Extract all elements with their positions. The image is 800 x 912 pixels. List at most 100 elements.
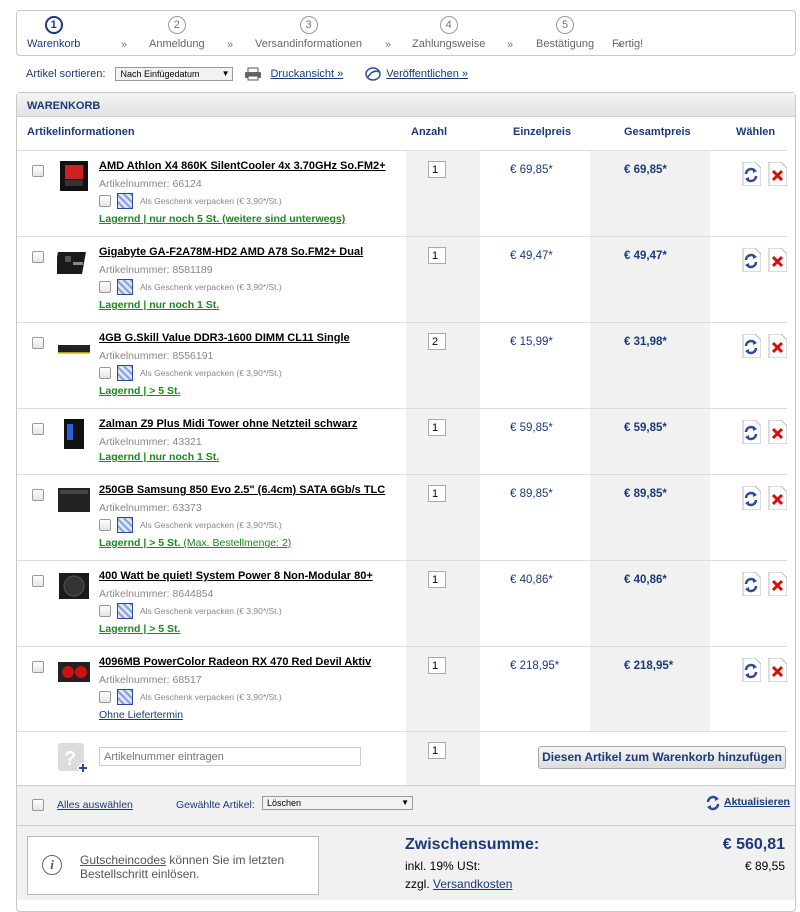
refresh-item-button[interactable] — [741, 486, 761, 510]
add-to-cart-button[interactable]: Diesen Artikel zum Warenkorb hinzufügen — [538, 746, 786, 769]
select-all-checkbox[interactable] — [32, 799, 44, 811]
total-price: € 89,85* — [624, 488, 667, 500]
product-name-link[interactable]: Zalman Z9 Plus Midi Tower ohne Netzteil … — [99, 418, 357, 430]
quantity-input[interactable]: 1 — [428, 571, 446, 588]
shipping-costs-link[interactable]: Versandkosten — [433, 877, 512, 891]
product-name-link[interactable]: AMD Athlon X4 860K SilentCooler 4x 3.70G… — [99, 160, 386, 172]
cart-item-row: 4096MB PowerColor Radeon RX 470 Red Devi… — [17, 646, 787, 731]
stock-status-link[interactable]: Lagernd | nur noch 1 St. — [99, 299, 219, 311]
stock-status-link[interactable]: Lagernd | > 5 St. (Max. Bestellmenge: 2) — [99, 537, 291, 549]
coupon-codes-link[interactable]: Gutscheincodes — [80, 853, 166, 867]
chevron-down-icon: ▼ — [221, 69, 230, 78]
update-cart-link[interactable]: Aktualisieren — [724, 796, 790, 808]
selected-action-select[interactable]: Löschen ▼ — [262, 796, 413, 810]
refresh-item-button[interactable] — [741, 572, 761, 596]
product-thumbnail[interactable] — [57, 332, 91, 364]
article-number-input[interactable] — [99, 747, 361, 766]
step-label: Bestätigung — [536, 38, 595, 50]
stock-status-link[interactable]: Lagernd | nur noch 1 St. — [99, 451, 219, 463]
quantity-input[interactable]: 1 — [428, 657, 446, 674]
gift-wrap-checkbox[interactable] — [99, 281, 111, 293]
cart-item-row: 400 Watt be quiet! System Power 8 Non-Mo… — [17, 560, 787, 646]
stock-status-link[interactable]: Lagernd | nur noch 5 St. (weitere sind u… — [99, 213, 345, 225]
delete-item-button[interactable] — [767, 486, 787, 510]
refresh-item-button[interactable] — [741, 658, 761, 682]
gift-wrap-checkbox[interactable] — [99, 195, 111, 207]
product-thumbnail[interactable] — [57, 484, 91, 516]
gift-wrap-checkbox[interactable] — [99, 519, 111, 531]
product-name-link[interactable]: 4GB G.Skill Value DDR3-1600 DIMM CL11 Si… — [99, 332, 350, 344]
coupon-info-box: i Gutscheincodes können Sie im letzten B… — [27, 836, 319, 895]
cart-item-row: Zalman Z9 Plus Midi Tower ohne Netzteil … — [17, 408, 787, 474]
step-number: 2 — [167, 16, 186, 34]
unit-price: € 49,47* — [510, 250, 553, 262]
vat-value: € 89,55 — [744, 859, 785, 873]
article-number: Artikelnummer: 8556191 — [99, 350, 214, 362]
item-select-checkbox[interactable] — [32, 337, 44, 349]
info-icon: i — [42, 855, 62, 875]
product-name-link[interactable]: Gigabyte GA-F2A78M-HD2 AMD A78 So.FM2+ D… — [99, 246, 363, 258]
header-quantity: Anzahl — [411, 126, 448, 138]
sort-select[interactable]: Nach Einfügedatum ▼ — [115, 67, 234, 81]
select-all-link[interactable]: Alles auswählen — [57, 799, 133, 811]
product-name-link[interactable]: 250GB Samsung 850 Evo 2.5" (6.4cm) SATA … — [99, 484, 385, 496]
shipping-line: zzgl. Versandkosten — [405, 877, 512, 891]
step-label: Warenkorb — [27, 38, 81, 50]
delete-item-button[interactable] — [767, 334, 787, 358]
printer-icon — [245, 67, 262, 81]
item-select-checkbox[interactable] — [32, 575, 44, 587]
gift-wrap-option: Als Geschenk verpacken (€ 3,90*/St.) — [99, 603, 282, 619]
stock-status-link[interactable]: Ohne Liefertermin — [99, 709, 183, 721]
product-name-link[interactable]: 400 Watt be quiet! System Power 8 Non-Mo… — [99, 570, 373, 582]
unit-price: € 69,85* — [510, 164, 553, 176]
quantity-input[interactable]: 2 — [428, 333, 446, 350]
product-thumbnail[interactable] — [57, 418, 91, 450]
item-select-checkbox[interactable] — [32, 661, 44, 673]
add-qty-input[interactable]: 1 — [428, 742, 446, 759]
publish-link[interactable]: Veröffentlichen » — [386, 68, 468, 80]
product-thumbnail[interactable] — [57, 570, 91, 602]
quantity-input[interactable]: 1 — [428, 247, 446, 264]
gift-wrap-checkbox[interactable] — [99, 367, 111, 379]
delete-item-button[interactable] — [767, 248, 787, 272]
stock-status-link[interactable]: Lagernd | > 5 St. — [99, 385, 180, 397]
gift-wrap-option: Als Geschenk verpacken (€ 3,90*/St.) — [99, 365, 282, 381]
checkout-progress: 1 Warenkorb » 2 Anmeldung » 3 Versandinform… — [16, 10, 796, 56]
delete-item-button[interactable] — [767, 658, 787, 682]
print-view-link[interactable]: Druckansicht » — [270, 68, 343, 80]
refresh-icon — [706, 795, 720, 811]
gift-wrap-option: Als Geschenk verpacken (€ 3,90*/St.) — [99, 193, 282, 209]
step-label: Zahlungsweise — [412, 38, 486, 50]
gift-wrap-checkbox[interactable] — [99, 691, 111, 703]
delete-item-button[interactable] — [767, 420, 787, 444]
item-select-checkbox[interactable] — [32, 423, 44, 435]
quantity-input[interactable]: 1 — [428, 419, 446, 436]
delete-item-button[interactable] — [767, 162, 787, 186]
step-separator: » — [121, 39, 128, 51]
product-thumbnail[interactable] — [57, 160, 91, 192]
selected-items-label: Gewählte Artikel: — [176, 799, 255, 811]
quantity-input[interactable]: 1 — [428, 161, 446, 178]
item-select-checkbox[interactable] — [32, 489, 44, 501]
refresh-item-button[interactable] — [741, 420, 761, 444]
refresh-item-button[interactable] — [741, 248, 761, 272]
cart-item-row: Gigabyte GA-F2A78M-HD2 AMD A78 So.FM2+ D… — [17, 236, 787, 322]
delete-item-button[interactable] — [767, 572, 787, 596]
quantity-input[interactable]: 1 — [428, 485, 446, 502]
step-label: Versandinformationen — [255, 38, 363, 50]
step-warenkorb[interactable]: 1 Warenkorb — [27, 16, 80, 50]
gift-wrap-checkbox[interactable] — [99, 605, 111, 617]
gift-box-icon — [117, 365, 133, 381]
refresh-item-button[interactable] — [741, 162, 761, 186]
unit-price: € 59,85* — [510, 422, 553, 434]
unknown-product-icon: ? — [58, 743, 88, 773]
stock-status-link[interactable]: Lagernd | > 5 St. — [99, 623, 180, 635]
cart-item-row: 250GB Samsung 850 Evo 2.5" (6.4cm) SATA … — [17, 474, 787, 560]
product-thumbnail[interactable] — [57, 656, 91, 688]
item-select-checkbox[interactable] — [32, 251, 44, 263]
header-choose: Wählen — [736, 126, 776, 138]
item-select-checkbox[interactable] — [32, 165, 44, 177]
product-name-link[interactable]: 4096MB PowerColor Radeon RX 470 Red Devi… — [99, 656, 371, 668]
refresh-item-button[interactable] — [741, 334, 761, 358]
product-thumbnail[interactable] — [54, 246, 91, 278]
